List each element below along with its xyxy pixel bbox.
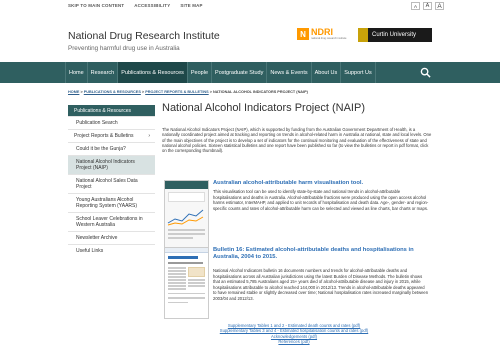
sidebar-item-school-leaver[interactable]: School Leaver Celebrations in Western Au… bbox=[68, 213, 155, 232]
breadcrumb-separator: > bbox=[209, 90, 212, 94]
nav-postgraduate[interactable]: Postgraduate Study bbox=[211, 62, 266, 83]
nav-news-events[interactable]: News & Events bbox=[266, 62, 310, 83]
nav-about[interactable]: About Us bbox=[310, 62, 341, 83]
sidebar-item-sales-data[interactable]: National Alcohol Sales Data Project bbox=[68, 175, 155, 194]
breadcrumb: HOME > PUBLICATIONS & RESOURCES > PROJEC… bbox=[68, 90, 308, 94]
ndri-logo-text: NDRI bbox=[311, 27, 333, 37]
breadcrumb-current: NATIONAL ALCOHOL INDICATORS PROJECT (NAI… bbox=[213, 90, 308, 94]
accessibility-link[interactable]: ACCESSIBILITY bbox=[134, 3, 170, 8]
font-size-small-button[interactable]: A bbox=[411, 2, 420, 10]
breadcrumb-publications[interactable]: PUBLICATIONS & RESOURCES bbox=[84, 90, 141, 94]
chevron-right-icon: › bbox=[148, 133, 150, 139]
font-size-medium-button[interactable]: A bbox=[423, 2, 432, 10]
breadcrumb-home[interactable]: HOME bbox=[68, 90, 79, 94]
nav-research[interactable]: Research bbox=[86, 62, 118, 83]
site-header: National Drug Research Institute Prevent… bbox=[0, 10, 500, 62]
breadcrumb-reports[interactable]: PROJECT REPORTS & BULLETINS bbox=[145, 90, 209, 94]
breadcrumb-separator: > bbox=[80, 90, 83, 94]
visualisation-tool-card: Australian alcohol-attributable harm vis… bbox=[162, 180, 432, 250]
bulletin-16-thumbnail[interactable] bbox=[164, 247, 209, 319]
sidebar-item-publication-search[interactable]: Publication Search bbox=[68, 117, 155, 130]
font-size-large-button[interactable]: A bbox=[435, 2, 444, 10]
visualisation-tool-description: This visualisation tool can be used to i… bbox=[213, 189, 429, 211]
nav-home[interactable]: Home bbox=[65, 62, 87, 83]
site-map-link[interactable]: SITE MAP bbox=[180, 3, 202, 8]
search-icon[interactable] bbox=[420, 67, 431, 78]
site-tagline: Preventing harmful drug use in Australia bbox=[68, 45, 180, 52]
curtin-logo-mark bbox=[358, 28, 368, 42]
sidebar-heading[interactable]: Publications & Resources bbox=[68, 105, 155, 117]
sidebar: Publications & Resources Publication Sea… bbox=[68, 105, 155, 257]
main-nav: Home Research Publications & Resources P… bbox=[0, 62, 500, 83]
font-size-controls: A A A bbox=[411, 2, 444, 10]
breadcrumb-separator: > bbox=[141, 90, 145, 94]
nav-people[interactable]: People bbox=[186, 62, 211, 83]
sidebar-item-project-reports[interactable]: Project Reports & Bulletins › bbox=[68, 130, 155, 143]
page-title: National Alcohol Indicators Project (NAI… bbox=[162, 102, 365, 114]
ndri-logo-mark: N bbox=[297, 28, 309, 40]
nav-publications[interactable]: Publications & Resources bbox=[117, 62, 187, 83]
visualisation-tool-thumbnail[interactable] bbox=[164, 180, 209, 248]
main-content: National Alcohol Indicators Project (NAI… bbox=[162, 102, 432, 319]
supplementary-links: Supplementary Tables 1 and 2 - Estimated… bbox=[204, 323, 384, 345]
bulletin-16-card: Bulletin 16: Estimated alcohol-attributa… bbox=[162, 247, 432, 327]
sidebar-item-yaars[interactable]: Young Australians Alcohol Reporting Syst… bbox=[68, 194, 155, 213]
intro-paragraph: The National Alcohol Indicators Project … bbox=[162, 127, 432, 154]
skip-to-main-link[interactable]: SKIP TO MAIN CONTENT bbox=[68, 3, 124, 8]
sidebar-item-gunja[interactable]: Could it be the Gunja? bbox=[68, 143, 155, 156]
site-title[interactable]: National Drug Research Institute bbox=[68, 30, 220, 42]
bulletin-16-description: National Alcohol Indicators bulletin 16 … bbox=[213, 268, 429, 301]
bulletin-16-title[interactable]: Bulletin 16: Estimated alcohol-attributa… bbox=[213, 247, 418, 260]
ndri-logo[interactable]: N NDRI national drug research institute bbox=[297, 28, 346, 40]
curtin-logo-text: Curtin University bbox=[372, 32, 417, 38]
visualisation-tool-title[interactable]: Australian alcohol-attributable harm vis… bbox=[213, 180, 429, 187]
sidebar-item-newsletter[interactable]: Newsletter Archive bbox=[68, 232, 155, 245]
ndri-logo-subtext: national drug research institute bbox=[311, 37, 347, 40]
sidebar-item-useful-links[interactable]: Useful Links bbox=[68, 245, 155, 257]
curtin-logo[interactable]: Curtin University bbox=[358, 28, 432, 42]
references-link[interactable]: References (pdf) bbox=[204, 339, 384, 344]
nav-support[interactable]: Support Us bbox=[340, 62, 376, 83]
sidebar-item-label: Project Reports & Bulletins bbox=[74, 133, 134, 139]
sidebar-item-naip[interactable]: National Alcohol Indicators Project (NAI… bbox=[68, 156, 155, 175]
